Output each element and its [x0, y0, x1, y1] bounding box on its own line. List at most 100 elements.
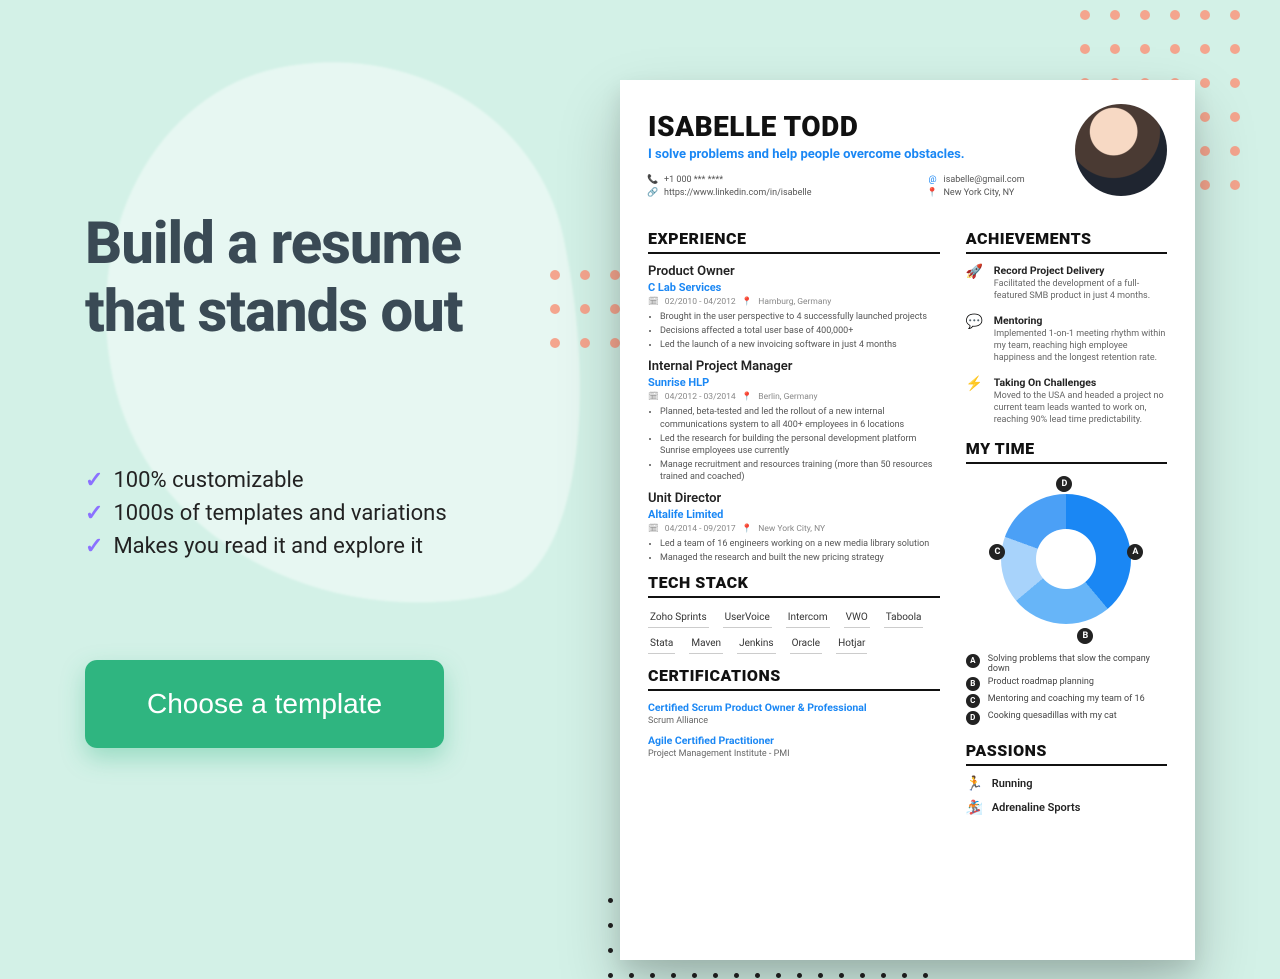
donut-icon	[1001, 494, 1131, 624]
tech-tag: Oracle	[790, 634, 822, 654]
calendar-icon: 🗓	[648, 392, 659, 402]
legend-text: Product roadmap planning	[988, 677, 1094, 691]
achievement-item: 🚀 Record Project Delivery Facilitated the…	[966, 264, 1167, 302]
tech-tag: Intercom	[786, 608, 830, 628]
achievement-desc: Implemented 1-on-1 meeting rhythm within…	[994, 329, 1167, 364]
legend-badge: D	[966, 711, 980, 725]
contact-email-value: isabelle@gmail.com	[944, 175, 1025, 185]
tech-tags: Zoho Sprints UserVoice Intercom VWO Tabo…	[648, 608, 940, 654]
resume-body: EXPERIENCE Product Owner C Lab Services …	[648, 223, 1167, 824]
location-icon: 📍	[742, 524, 753, 534]
experience-item: Internal Project Manager Sunrise HLP 🗓04…	[648, 359, 940, 483]
resume-header: ISABELLE TODD I solve problems and help …	[648, 110, 1167, 201]
page: Build a resume that stands out ✓100% cus…	[0, 0, 1280, 979]
job-meta: 🗓04/2012 - 03/2014 📍Berlin, Germany	[648, 392, 940, 402]
location-icon: 📍	[742, 392, 753, 402]
legend-badge: C	[966, 694, 980, 708]
link-icon: 🔗	[648, 188, 658, 198]
passion-item: 🏃 Running	[966, 776, 1167, 792]
job-title: Unit Director	[648, 491, 940, 506]
job-bullets: Brought in the user perspective to 4 suc…	[660, 311, 940, 351]
achievement-title: Record Project Delivery	[994, 264, 1167, 277]
job-dates: 04/2014 - 09/2017	[665, 524, 736, 534]
job-bullet: Led a team of 16 engineers working on a …	[660, 538, 940, 550]
hero: Build a resume that stands out	[85, 210, 605, 347]
avatar	[1075, 104, 1167, 196]
feature-item: ✓ 1000s of templates and variations	[85, 501, 605, 526]
passion-label: Running	[992, 777, 1033, 790]
bolt-icon: ⚡	[966, 376, 984, 426]
choose-template-button[interactable]: Choose a template	[85, 660, 444, 748]
legend-row: B Product roadmap planning	[966, 677, 1167, 691]
check-icon: ✓	[85, 534, 103, 559]
contact-location-value: New York City, NY	[944, 188, 1015, 198]
resume-preview: ISABELLE TODD I solve problems and help …	[620, 80, 1195, 960]
experience-item: Unit Director Altalife Limited 🗓04/2014 …	[648, 491, 940, 564]
legend-row: CMentoring and coaching my team of 16	[966, 694, 1167, 708]
section-title-achievements: ACHIEVEMENTS	[966, 229, 1167, 254]
job-company: C Lab Services	[648, 281, 940, 294]
job-bullet: Manage recruitment and resources trainin…	[660, 459, 940, 483]
cert-org: Scrum Alliance	[648, 716, 940, 726]
experience-item: Product Owner C Lab Services 🗓02/2010 - …	[648, 264, 940, 351]
donut-label-a: A	[1127, 544, 1143, 560]
job-title: Product Owner	[648, 264, 940, 279]
calendar-icon: 🗓	[648, 297, 659, 307]
job-bullet: Decisions affected a total user base of …	[660, 325, 940, 337]
job-bullet: Planned, beta-tested and led the rollout…	[660, 406, 940, 430]
donut-label-d: D	[1056, 476, 1072, 492]
job-bullets: Planned, beta-tested and led the rollout…	[660, 406, 940, 483]
feature-item: ✓ Makes you read it and explore it	[85, 534, 605, 559]
legend-row: D Cooking quesadillas with my cat	[966, 711, 1167, 725]
passion-item: 🏂Adrenaline Sports	[966, 800, 1167, 816]
tech-tag: Stata	[648, 634, 675, 654]
hero-headline-line-2: that stands out	[85, 278, 463, 346]
cert-org: Project Management Institute - PMI	[648, 749, 940, 759]
cert-name: Certified Scrum Product Owner & Professi…	[648, 701, 940, 714]
legend-row: ASolving problems that slow the company …	[966, 654, 1167, 674]
contact-linkedin: 🔗 https://www.linkedin.com/in/isabelle	[648, 188, 888, 198]
legend-badge: B	[966, 677, 980, 691]
job-bullet: Led the launch of a new invoicing softwa…	[660, 339, 940, 351]
job-meta: 🗓04/2014 - 09/2017 📍New York City, NY	[648, 524, 940, 534]
cert-item: Certified Scrum Product Owner & Professi…	[648, 701, 940, 726]
section-title-experience: EXPERIENCE	[648, 229, 940, 254]
achievement-title: Mentoring	[994, 314, 1167, 327]
contact-linkedin-value: https://www.linkedin.com/in/isabelle	[664, 188, 812, 198]
feature-text: Makes you read it and explore it	[113, 534, 422, 559]
job-bullet: Brought in the user perspective to 4 suc…	[660, 311, 940, 323]
time-donut-chart: A B C D	[981, 474, 1151, 644]
job-meta: 🗓02/2010 - 04/2012 📍Hamburg, Germany	[648, 297, 940, 307]
feature-list: ✓100% customizable ✓1000s of templates a…	[85, 460, 605, 567]
job-location: Hamburg, Germany	[758, 297, 831, 307]
tech-tag: UserVoice	[723, 608, 772, 628]
running-icon: 🏃	[966, 776, 982, 792]
legend-text: Cooking quesadillas with my cat	[988, 711, 1117, 725]
feature-text: 1000s of templates and variations	[113, 501, 446, 526]
contact-phone: 📞+1 000 *** ****	[648, 175, 888, 185]
check-icon: ✓	[85, 468, 103, 493]
legend-text: Solving problems that slow the company d…	[988, 654, 1167, 674]
cert-name: Agile Certified Practitioner	[648, 734, 940, 747]
achievement-desc: Facilitated the development of a full-fe…	[994, 279, 1167, 302]
donut-label-c: C	[989, 544, 1005, 560]
check-icon: ✓	[85, 501, 103, 526]
contact-phone-value: +1 000 *** ****	[664, 175, 723, 185]
tech-tag: Jenkins	[737, 634, 776, 654]
rocket-icon: 🚀	[966, 264, 984, 302]
section-title-tech: TECH STACK	[648, 573, 940, 598]
achievement-item: ⚡ Taking On ChallengesMoved to the USA a…	[966, 376, 1167, 426]
job-bullet: Led the research for building the person…	[660, 433, 940, 457]
achievement-item: 💬 Mentoring Implemented 1-on-1 meeting rh…	[966, 314, 1167, 364]
job-bullet: Managed the research and built the new p…	[660, 552, 940, 564]
section-title-passions: PASSIONS	[966, 741, 1167, 766]
tech-tag: Zoho Sprints	[648, 608, 709, 628]
passion-label: Adrenaline Sports	[992, 801, 1081, 814]
hero-headline: Build a resume that stands out	[85, 210, 605, 347]
tech-tag: Taboola	[884, 608, 924, 628]
hero-headline-line-1: Build a resume	[85, 210, 461, 278]
resume-right-column: ACHIEVEMENTS 🚀 Record Project Delivery Fa…	[966, 223, 1167, 824]
chat-icon: 💬	[966, 314, 984, 364]
job-location: New York City, NY	[758, 524, 825, 534]
tech-tag: VWO	[844, 608, 870, 628]
